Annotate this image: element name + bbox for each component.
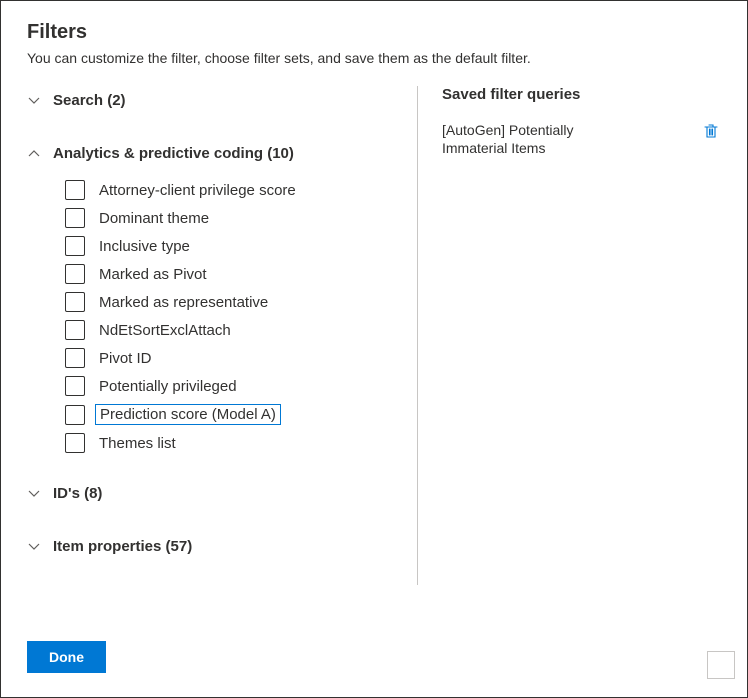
filter-option-row: Attorney-client privilege score xyxy=(65,178,397,202)
filter-option-row: Inclusive type xyxy=(65,234,397,258)
chevron-up-icon xyxy=(27,147,41,161)
section-title-search: Search (2) xyxy=(53,92,126,109)
filter-option-label[interactable]: Marked as representative xyxy=(95,293,272,312)
filter-option-row: Marked as representative xyxy=(65,290,397,314)
filter-option-label[interactable]: Themes list xyxy=(95,434,180,453)
filter-checkbox[interactable] xyxy=(65,433,85,453)
filter-checkbox[interactable] xyxy=(65,320,85,340)
filter-option-label[interactable]: NdEtSortExclAttach xyxy=(95,321,235,340)
section-items-analytics: Attorney-client privilege score Dominant … xyxy=(27,178,397,455)
section-header-analytics[interactable]: Analytics & predictive coding (10) xyxy=(27,139,397,168)
filter-option-label[interactable]: Potentially privileged xyxy=(95,377,241,396)
section-analytics: Analytics & predictive coding (10) Attor… xyxy=(27,139,397,455)
filter-checkbox[interactable] xyxy=(65,348,85,368)
chevron-down-icon xyxy=(27,94,41,108)
trash-icon xyxy=(703,123,719,139)
chevron-down-icon xyxy=(27,540,41,554)
section-item-properties: Item properties (57) xyxy=(27,532,397,561)
saved-queries-column: Saved filter queries [AutoGen] Potential… xyxy=(417,86,721,585)
filter-checkbox[interactable] xyxy=(65,236,85,256)
filter-checkbox[interactable] xyxy=(65,264,85,284)
filter-option-label[interactable]: Inclusive type xyxy=(95,237,194,256)
filters-column: Search (2) Analytics & predictive coding… xyxy=(27,86,417,585)
delete-saved-query-button[interactable] xyxy=(701,121,721,141)
filter-option-row: Themes list xyxy=(65,431,397,455)
filter-checkbox[interactable] xyxy=(65,376,85,396)
section-header-search[interactable]: Search (2) xyxy=(27,86,397,115)
section-header-ids[interactable]: ID's (8) xyxy=(27,479,397,508)
filter-option-row: Pivot ID xyxy=(65,346,397,370)
filter-option-row: NdEtSortExclAttach xyxy=(65,318,397,342)
section-search: Search (2) xyxy=(27,86,397,115)
filter-checkbox[interactable] xyxy=(65,180,85,200)
saved-query-name[interactable]: [AutoGen] Potentially Immaterial Items xyxy=(442,121,622,157)
section-ids: ID's (8) xyxy=(27,479,397,508)
done-button[interactable]: Done xyxy=(27,641,106,673)
page-title: Filters xyxy=(27,21,721,44)
filter-option-label[interactable]: Attorney-client privilege score xyxy=(95,181,300,200)
chevron-down-icon xyxy=(27,487,41,501)
filter-option-row: Dominant theme xyxy=(65,206,397,230)
filter-option-row: Potentially privileged xyxy=(65,374,397,398)
filter-option-row: Prediction score (Model A) xyxy=(65,402,397,427)
filter-option-label[interactable]: Dominant theme xyxy=(95,209,213,228)
filter-checkbox[interactable] xyxy=(65,208,85,228)
filter-option-row: Marked as Pivot xyxy=(65,262,397,286)
filter-checkbox[interactable] xyxy=(65,292,85,312)
section-title-item-properties: Item properties (57) xyxy=(53,538,192,555)
filter-checkbox[interactable] xyxy=(65,405,85,425)
section-header-item-properties[interactable]: Item properties (57) xyxy=(27,532,397,561)
resize-handle[interactable] xyxy=(707,651,735,679)
filter-option-label[interactable]: Pivot ID xyxy=(95,349,156,368)
filter-option-label[interactable]: Prediction score (Model A) xyxy=(95,404,281,425)
section-title-ids: ID's (8) xyxy=(53,485,102,502)
page-subtitle: You can customize the filter, choose fil… xyxy=(27,50,721,66)
section-title-analytics: Analytics & predictive coding (10) xyxy=(53,145,294,162)
saved-query-row: [AutoGen] Potentially Immaterial Items xyxy=(442,121,721,157)
saved-queries-title: Saved filter queries xyxy=(442,86,721,103)
filter-option-label[interactable]: Marked as Pivot xyxy=(95,265,211,284)
